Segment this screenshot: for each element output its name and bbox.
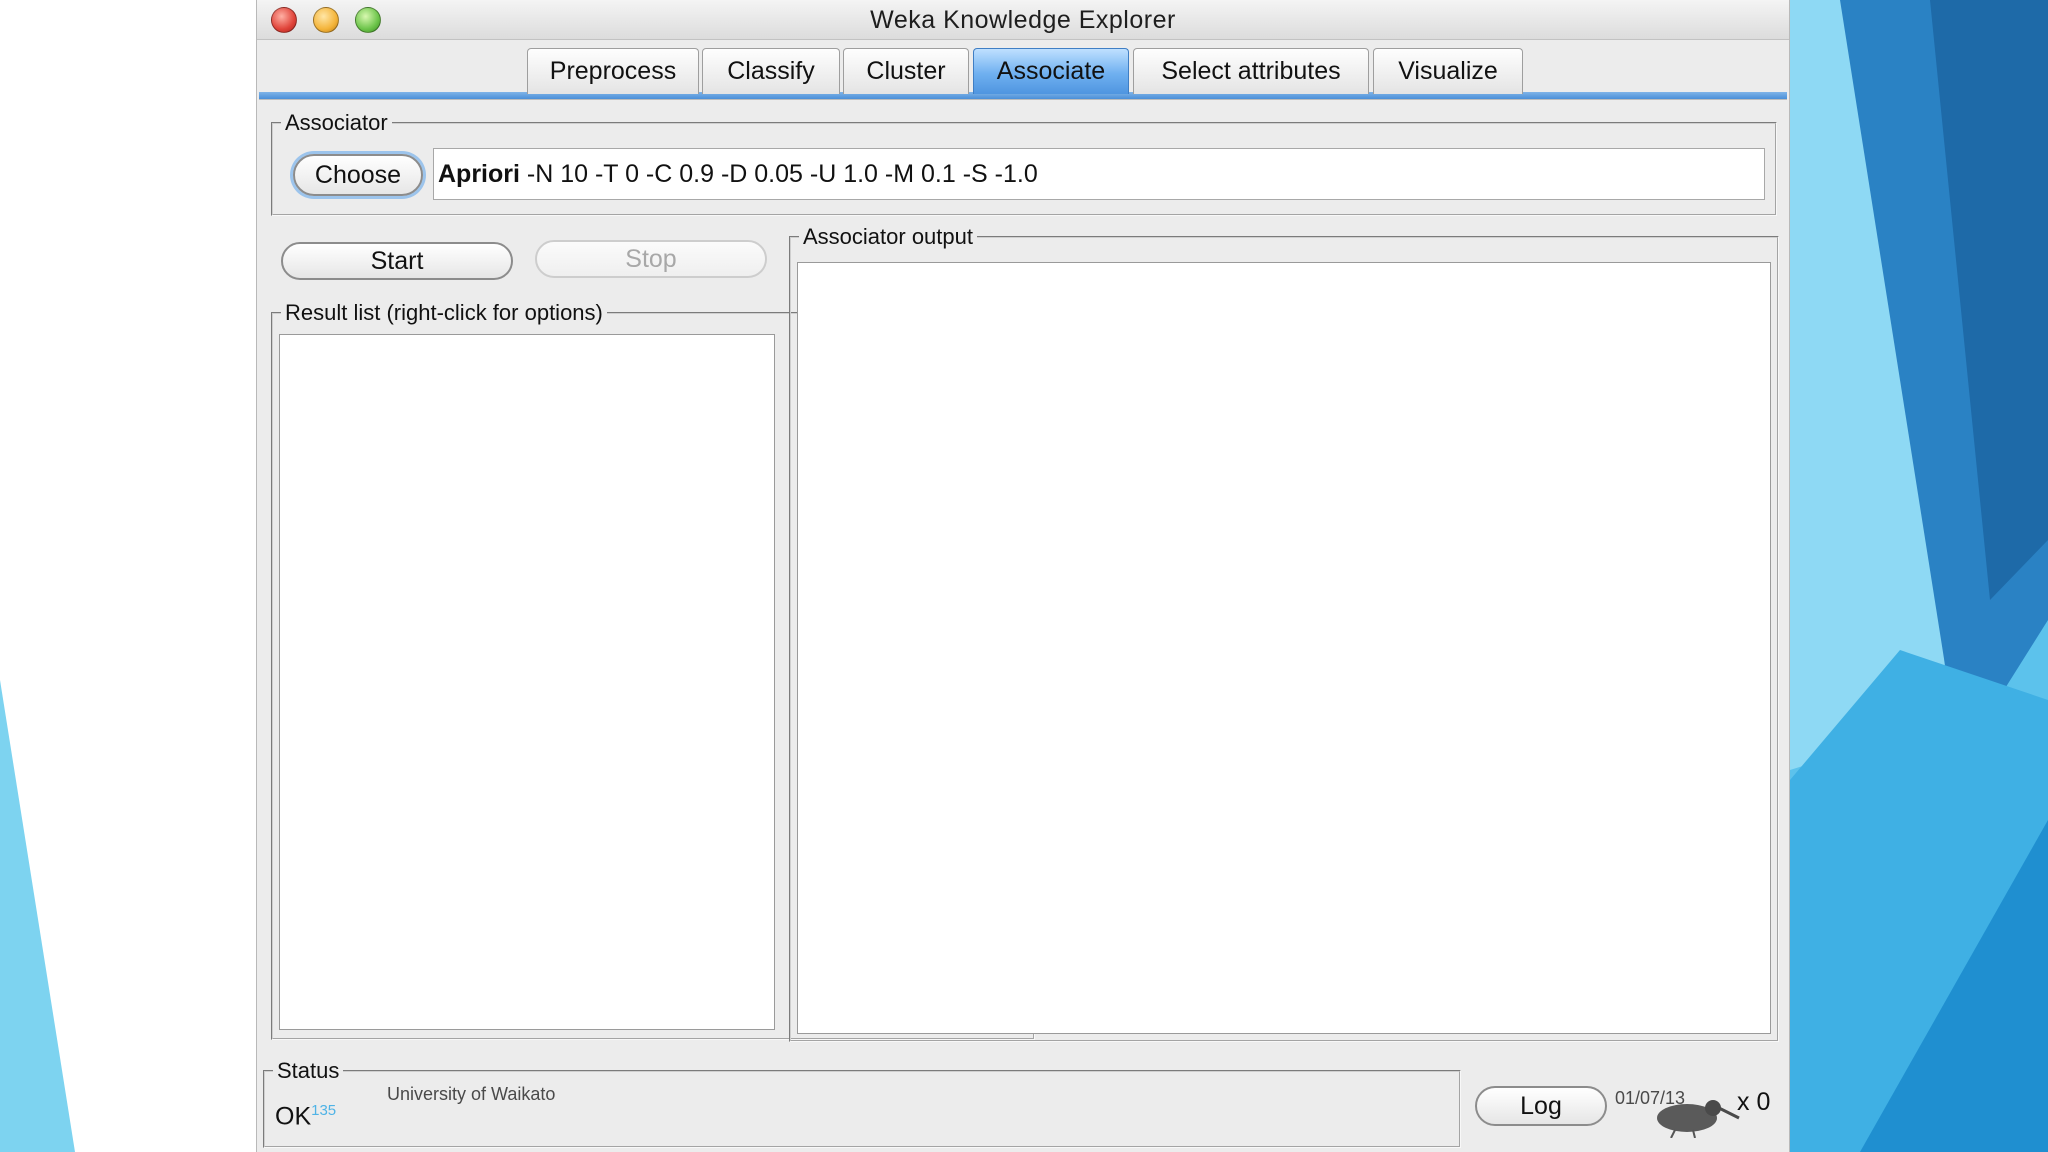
status-group: Status OK135 University of Waikato [263,1058,1461,1148]
algorithm-name: Apriori [438,160,520,188]
status-text: OK135 [275,1102,336,1131]
status-ok: OK [275,1102,312,1131]
algorithm-options: -N 10 -T 0 -C 0.9 -D 0.05 -U 1.0 -M 0.1 … [526,160,1038,188]
associator-group-title: Associator [281,110,392,136]
weka-window: Weka Knowledge Explorer Preprocess Class… [256,0,1790,1152]
result-list-panel[interactable] [279,334,775,1030]
window-title: Weka Knowledge Explorer [870,6,1176,34]
tab-preprocess[interactable]: Preprocess [527,48,699,94]
tab-classify[interactable]: Classify [702,48,840,94]
title-bar: Weka Knowledge Explorer [257,0,1789,40]
tab-cluster[interactable]: Cluster [843,48,969,94]
associator-group: Associator Choose Apriori -N 10 -T 0 -C … [271,110,1777,216]
log-button[interactable]: Log [1475,1086,1607,1126]
associator-output-title: Associator output [799,224,977,250]
tab-associate[interactable]: Associate [973,48,1129,94]
tab-visualize[interactable]: Visualize [1373,48,1523,94]
left-accent-shape [0,680,75,1152]
result-list-title: Result list (right-click for options) [281,300,607,326]
choose-button[interactable]: Choose [293,154,423,196]
associator-output-panel[interactable] [797,262,1771,1034]
stop-button[interactable]: Stop [535,240,767,278]
status-group-title: Status [273,1058,344,1084]
tab-select-attributes[interactable]: Select attributes [1133,48,1369,94]
associator-config-field[interactable]: Apriori -N 10 -T 0 -C 0.9 -D 0.05 -U 1.0… [433,148,1765,200]
slide-number: 135 [311,1102,337,1119]
weka-bird-icon [1657,1100,1740,1138]
footer-text: University of Waikato [387,1084,556,1104]
start-button[interactable]: Start [281,242,513,280]
task-count: x 0 [1737,1088,1771,1116]
associator-output-group: Associator output [789,224,1779,1042]
